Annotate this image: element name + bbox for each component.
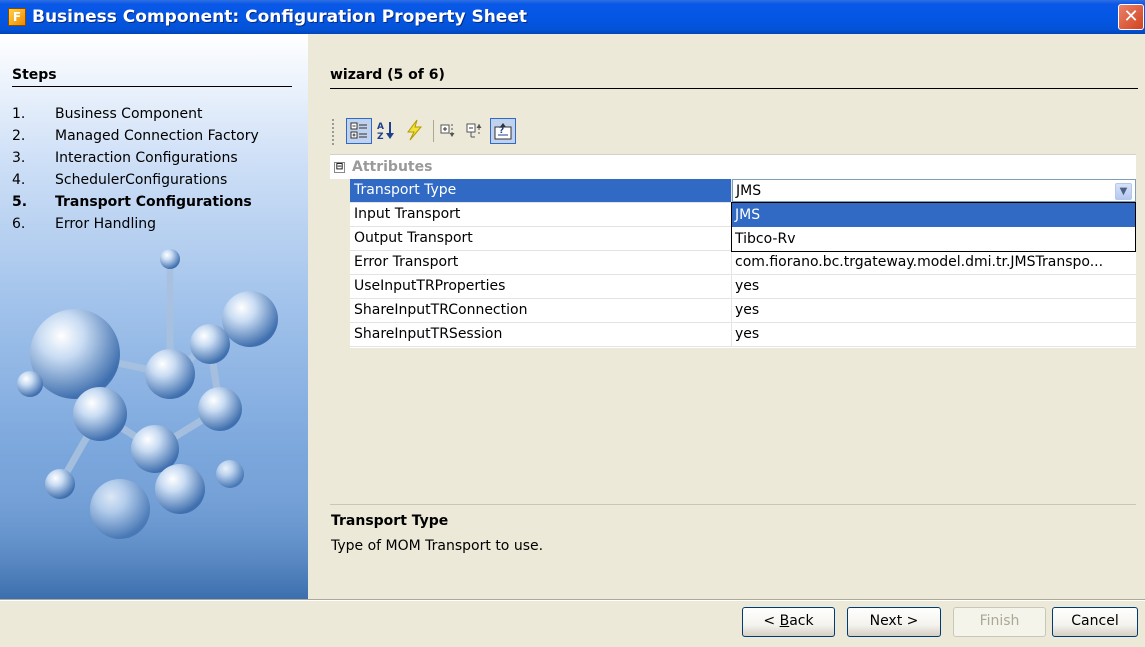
close-button[interactable]: ✕	[1118, 4, 1144, 30]
step-label: Managed Connection Factory	[55, 128, 259, 144]
description-text: Type of MOM Transport to use.	[331, 538, 544, 554]
combo-value: JMS	[736, 183, 762, 199]
step-label: SchedulerConfigurations	[55, 172, 228, 188]
collapse-all-icon[interactable]	[464, 118, 490, 144]
property-name: ShareInputTRConnection	[350, 299, 732, 322]
categorized-icon[interactable]	[346, 118, 372, 144]
step-label: Transport Configurations	[55, 194, 252, 210]
property-row-use-input-tr-properties[interactable]: UseInputTRProperties yes	[350, 275, 1136, 299]
back-button[interactable]: < Back	[742, 607, 835, 637]
dropdown-option-jms[interactable]: JMS	[732, 203, 1135, 227]
property-name: Output Transport	[350, 227, 732, 250]
window-title: Business Component: Configuration Proper…	[32, 7, 527, 27]
description-title: Transport Type	[331, 513, 449, 529]
steps-panel: Steps 1. Business Component 2. Managed Con…	[0, 34, 308, 599]
property-name: Transport Type	[350, 179, 732, 202]
toolbar-separator	[433, 120, 434, 142]
category-attributes[interactable]: ⊟ Attributes	[330, 155, 1136, 179]
chevron-down-icon[interactable]: ▼	[1115, 183, 1132, 200]
property-name: Input Transport	[350, 203, 732, 226]
property-value[interactable]: yes	[732, 323, 1136, 346]
expand-all-icon[interactable]	[438, 118, 464, 144]
app-icon: F	[8, 8, 26, 26]
lightning-icon[interactable]	[402, 118, 428, 144]
dropdown-option-tibco-rv[interactable]: Tibco-Rv	[732, 227, 1135, 251]
wizard-header: wizard (5 of 6)	[330, 67, 1138, 89]
sort-alphabetical-icon[interactable]: A Z	[374, 118, 400, 144]
category-label: Attributes	[352, 159, 433, 175]
property-name: UseInputTRProperties	[350, 275, 732, 298]
step-label: Interaction Configurations	[55, 150, 238, 166]
finish-button[interactable]: Finish	[953, 607, 1046, 637]
property-row-share-input-tr-connection[interactable]: ShareInputTRConnection yes	[350, 299, 1136, 323]
button-bar-separator	[0, 599, 1145, 601]
property-row-share-input-tr-session[interactable]: ShareInputTRSession yes	[350, 323, 1136, 347]
description-pane: Transport Type Type of MOM Transport to …	[330, 504, 1136, 594]
property-value[interactable]: yes	[732, 275, 1136, 298]
svg-text:?: ?	[499, 126, 504, 136]
step-item: 3. Interaction Configurations	[12, 150, 238, 166]
step-label: Error Handling	[55, 216, 156, 232]
step-item: 2. Managed Connection Factory	[12, 128, 259, 144]
transport-type-combo[interactable]: JMS ▼	[732, 179, 1136, 202]
property-row-error-transport[interactable]: Error Transport com.fiorano.bc.trgateway…	[350, 251, 1136, 275]
property-value[interactable]: yes	[732, 299, 1136, 322]
title-bar[interactable]: F Business Component: Configuration Prop…	[0, 0, 1145, 34]
wizard-dialog: F Business Component: Configuration Prop…	[0, 0, 1145, 647]
svg-text:Z: Z	[377, 132, 384, 142]
step-item: 4. SchedulerConfigurations	[12, 172, 228, 188]
sheet-gutter	[330, 179, 350, 505]
steps-header: Steps	[12, 67, 292, 87]
step-item-current: 5. Transport Configurations	[12, 194, 252, 210]
next-button[interactable]: Next >	[847, 607, 941, 637]
step-label: Business Component	[55, 106, 203, 122]
sheet-empty-area	[350, 348, 1136, 505]
steps-list: 1. Business Component 2. Managed Connectio…	[12, 107, 302, 239]
collapse-toggle-icon[interactable]: ⊟	[334, 162, 345, 173]
help-description-icon[interactable]: ?	[490, 118, 516, 144]
property-row-transport-type[interactable]: Transport Type JMS ▼	[350, 179, 1136, 203]
property-name: Error Transport	[350, 251, 732, 274]
molecule-illustration	[0, 249, 308, 599]
property-toolbar: A Z ?	[332, 115, 572, 149]
toolbar-grip[interactable]	[332, 119, 335, 145]
svg-text:A: A	[377, 122, 384, 132]
cancel-button[interactable]: Cancel	[1052, 607, 1138, 637]
transport-type-dropdown[interactable]: JMS Tibco-Rv	[731, 202, 1136, 252]
property-value[interactable]: com.fiorano.bc.trgateway.model.dmi.tr.JM…	[732, 251, 1136, 274]
step-item: 1. Business Component	[12, 106, 203, 122]
property-name: ShareInputTRSession	[350, 323, 732, 346]
